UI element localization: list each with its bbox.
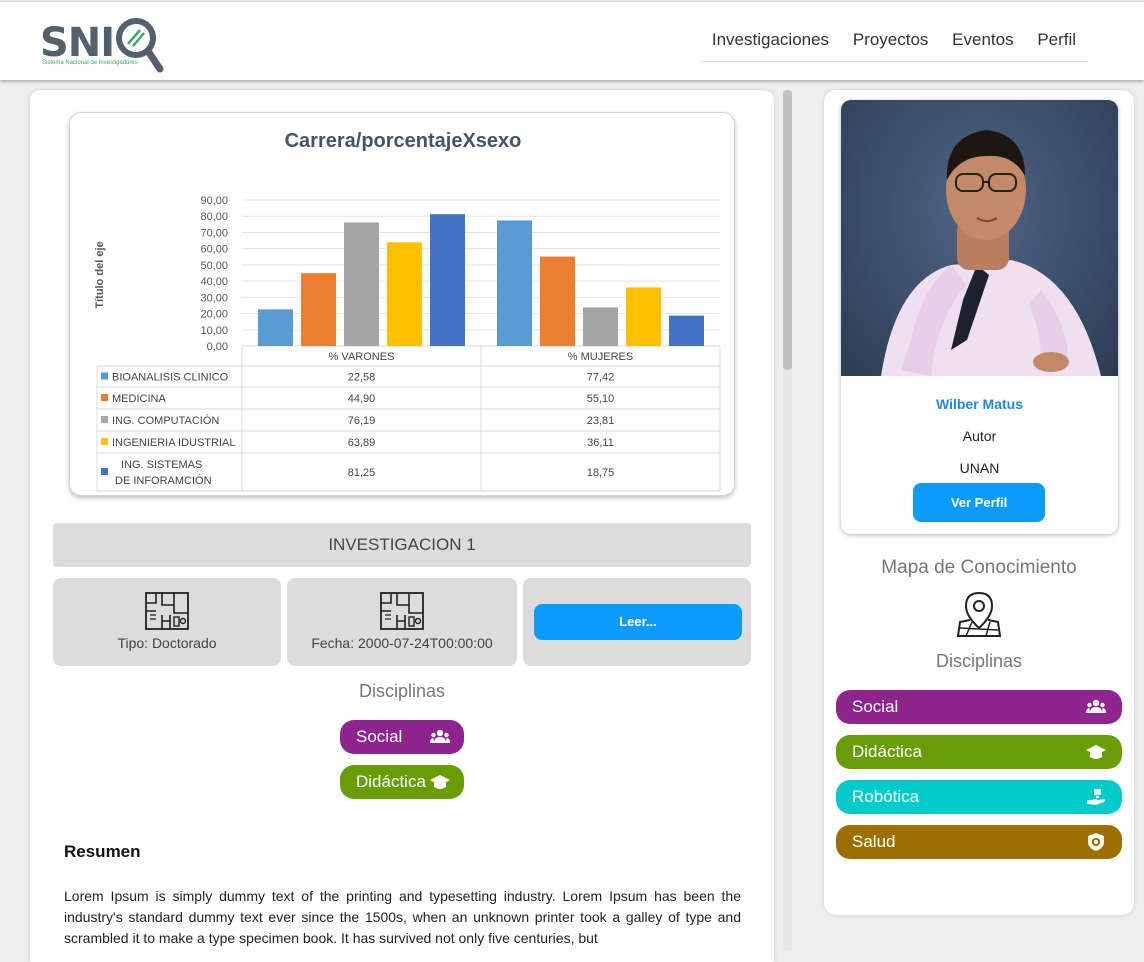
resumen-title: Resumen	[64, 842, 141, 861]
nav-perfil[interactable]: Perfil	[1031, 26, 1082, 61]
resumen-text: Lorem Ipsum is simply dummy text of the …	[64, 888, 741, 946]
sidebar-discipline-didactica[interactable]: Didáctica	[836, 735, 1122, 769]
legend-label: INGENIERIA IDUSTRIAL	[112, 437, 235, 449]
discipline-label: Social	[852, 697, 899, 716]
map-pin-icon[interactable]	[956, 590, 1002, 638]
fecha-box: Fecha: 2000-07-24T00:00:00	[287, 578, 517, 666]
legend-label: BIOANALISIS CLINICO	[112, 372, 229, 384]
bar	[344, 222, 379, 346]
investigation-title: INVESTIGACION 1	[53, 523, 751, 567]
bar	[540, 256, 575, 346]
y-tick-label: 40,00	[200, 276, 228, 288]
y-tick-label: 10,00	[200, 325, 228, 337]
logo-subtitle: Sistema Nacional de Investigadores	[42, 60, 138, 66]
profile-name[interactable]: Wilber Matus	[841, 396, 1118, 412]
x-category-label: % MUJERES	[568, 351, 633, 363]
nav-investigaciones[interactable]: Investigaciones	[706, 26, 835, 61]
legend-label: DE INFORAMCIÓN	[115, 474, 212, 487]
profile-institution: UNAN	[959, 460, 1000, 476]
legend-swatch	[101, 416, 108, 423]
legend-swatch	[101, 438, 108, 445]
discipline-label: Didáctica	[852, 742, 922, 761]
nav-eventos[interactable]: Eventos	[946, 26, 1019, 61]
discipline-pill-social[interactable]: Social	[340, 720, 464, 754]
data-value-label: 18,75	[587, 467, 615, 479]
bar	[387, 242, 422, 346]
data-value-label: 22,58	[348, 372, 376, 384]
data-value-label: 63,89	[348, 437, 376, 449]
sidebar-discipline-social[interactable]: Social	[836, 690, 1122, 724]
tipo-box: Tipo: Doctorado	[53, 578, 281, 666]
nav-proyectos[interactable]: Proyectos	[847, 26, 935, 61]
x-category-label: % VARONES	[329, 351, 395, 363]
bar	[497, 220, 532, 346]
blueprint-icon	[380, 592, 424, 630]
y-tick-label: 50,00	[200, 260, 228, 272]
read-button[interactable]: Leer...	[534, 604, 742, 640]
data-value-label: 81,25	[348, 467, 376, 479]
chart-title: Carrera/porcentajeXsexo	[285, 130, 522, 152]
profile-sidebar: Wilber Matus Autor UNAN Ver Perfil Mapa …	[824, 90, 1134, 915]
data-value-label: 77,42	[587, 372, 615, 384]
bar	[430, 214, 465, 346]
main-scrollbar[interactable]	[783, 90, 792, 950]
profile-photo	[841, 100, 1118, 376]
data-value-label: 76,19	[348, 415, 376, 427]
discipline-label: Salud	[852, 832, 896, 851]
graduation-cap-icon	[1086, 745, 1106, 759]
bar-chart: Carrera/porcentajeXsexo Título del eje 90,…	[94, 130, 721, 492]
fecha-label: Fecha: 2000-07-24T00:00:00	[311, 635, 493, 651]
profile-portrait	[881, 130, 1101, 376]
y-tick-label: 60,00	[200, 244, 228, 256]
y-tick-label: 30,00	[200, 292, 228, 304]
view-profile-button[interactable]: Ver Perfil	[913, 483, 1045, 522]
sidebar-discipline-robotica[interactable]: Robótica	[836, 780, 1122, 814]
robot-hand-icon	[1087, 789, 1105, 805]
legend-label: ING. SISTEMAS	[121, 459, 202, 471]
y-tick-label: 70,00	[200, 227, 228, 239]
bar	[669, 315, 704, 346]
blueprint-icon	[145, 592, 189, 630]
discipline-label: Didáctica	[356, 772, 426, 791]
y-axis-label: Título del eje	[94, 241, 106, 308]
discipline-label: Robótica	[852, 787, 920, 806]
sidebar-disciplines-heading: Disciplinas	[935, 651, 1023, 671]
y-tick-label: 90,00	[200, 195, 228, 207]
users-icon	[430, 729, 450, 743]
sidebar-discipline-salud[interactable]: Salud	[836, 825, 1122, 859]
y-tick-label: 0,00	[207, 341, 228, 353]
shield-icon	[1088, 833, 1104, 851]
bar	[583, 307, 618, 346]
legend-label: ING. COMPUTACIÓN	[112, 414, 219, 427]
data-value-label: 36,11	[587, 437, 614, 449]
graduation-cap-icon	[430, 775, 450, 789]
scroll-thumb[interactable]	[783, 90, 792, 370]
chart-card: Carrera/porcentajeXsexo Título del eje 90,…	[69, 112, 735, 496]
investigation-panel: Carrera/porcentajeXsexo Título del eje 90,…	[30, 90, 774, 962]
y-tick-label: 20,00	[200, 309, 228, 321]
legend-swatch	[101, 468, 108, 475]
profile-card: Wilber Matus Autor UNAN Ver Perfil	[841, 100, 1118, 534]
discipline-pill-didactica[interactable]: Didáctica	[340, 765, 464, 799]
main-nav: Investigaciones Proyectos Eventos Perfil	[700, 26, 1088, 62]
profile-role: Autor	[962, 428, 997, 444]
data-value-label: 55,10	[587, 393, 615, 405]
read-box: Leer...	[523, 578, 751, 666]
bar	[626, 287, 661, 346]
users-icon	[1086, 699, 1106, 713]
y-tick-label: 80,00	[200, 211, 228, 223]
legend-swatch	[101, 372, 108, 380]
knowledge-map-title: Mapa de Conocimiento	[881, 557, 1077, 578]
bar	[301, 273, 336, 346]
tipo-label: Tipo: Doctorado	[117, 635, 217, 651]
disciplines-heading: Disciplinas	[358, 681, 446, 701]
data-value-label: 44,90	[348, 393, 376, 405]
legend-label: MEDICINA	[112, 393, 166, 405]
legend-swatch	[101, 394, 108, 401]
bar	[258, 309, 293, 346]
sni-logo[interactable]: SNI Sistema Nacional de Investigadores	[40, 12, 170, 74]
data-value-label: 23,81	[587, 415, 615, 427]
top-header: SNI Sistema Nacional de Investigadores I…	[0, 0, 1144, 80]
discipline-label: Social	[356, 727, 403, 746]
